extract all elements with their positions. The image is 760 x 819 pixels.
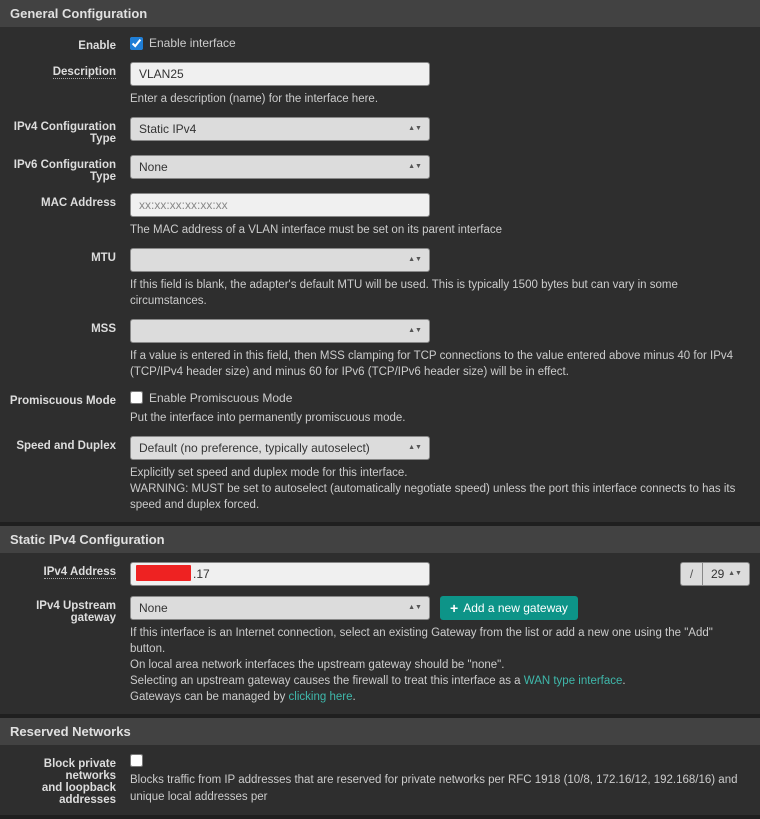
blockpriv-label: Block private networks and loopback addr… [0, 754, 130, 806]
add-gateway-button[interactable]: + Add a new gateway [440, 596, 578, 620]
enable-text: Enable interface [149, 36, 236, 50]
description-help: Enter a description (name) for the inter… [130, 91, 750, 107]
cidr-slash: / [680, 562, 702, 586]
speed-help2: WARNING: MUST be set to autoselect (auto… [130, 483, 735, 511]
promisc-checkbox[interactable] [130, 391, 143, 404]
mss-help: If a value is entered in this field, the… [130, 348, 750, 380]
redacted-overlay [136, 565, 191, 581]
reserved-networks-panel: Reserved Networks Block private networks… [0, 718, 760, 815]
mac-label: MAC Address [0, 193, 130, 209]
general-config-body: Enable Enable interface Description Ente… [0, 27, 760, 522]
chevron-updown-icon: ▲▼ [409, 606, 421, 610]
chevron-updown-icon: ▲▼ [409, 165, 421, 169]
speed-label: Speed and Duplex [0, 436, 130, 452]
reserved-networks-header: Reserved Networks [0, 718, 760, 745]
promisc-text: Enable Promiscuous Mode [149, 391, 292, 405]
ipv4addr-label: IPv4 Address [44, 566, 116, 579]
mac-help: The MAC address of a VLAN interface must… [130, 222, 750, 238]
gw-help2: On local area network interfaces the ups… [130, 659, 504, 671]
promisc-label: Promiscuous Mode [0, 391, 130, 407]
description-label: Description [53, 66, 116, 79]
speed-help1: Explicitly set speed and duplex mode for… [130, 467, 407, 479]
general-config-header: General Configuration [0, 0, 760, 27]
description-input[interactable] [130, 62, 430, 86]
chevron-updown-icon: ▲▼ [409, 329, 421, 333]
static-ipv4-body: IPv4 Address / 29 ▲▼ IPv4 Upstream gatew… [0, 553, 760, 714]
mac-input[interactable] [130, 193, 430, 217]
mtu-input[interactable]: ▲▼ [130, 248, 430, 272]
static-ipv4-panel: Static IPv4 Configuration IPv4 Address /… [0, 526, 760, 714]
chevron-updown-icon: ▲▼ [409, 127, 421, 131]
plus-icon: + [450, 601, 458, 615]
general-config-panel: General Configuration Enable Enable inte… [0, 0, 760, 522]
chevron-updown-icon: ▲▼ [409, 446, 421, 450]
speed-select[interactable]: Default (no preference, typically autose… [130, 436, 430, 460]
gateway-label: IPv4 Upstream gateway [0, 596, 130, 624]
ipv4type-select[interactable]: Static IPv4 ▲▼ [130, 117, 430, 141]
promisc-help: Put the interface into permanently promi… [130, 410, 750, 426]
chevron-updown-icon: ▲▼ [409, 258, 421, 262]
enable-label: Enable [0, 36, 130, 52]
gateways-link[interactable]: clicking here [289, 691, 353, 703]
gw-help3a: Selecting an upstream gateway causes the… [130, 675, 524, 687]
wan-type-link[interactable]: WAN type interface [524, 675, 623, 687]
gw-help4a: Gateways can be managed by [130, 691, 289, 703]
ipv6type-label: IPv6 Configuration Type [0, 155, 130, 183]
mtu-help: If this field is blank, the adapter's de… [130, 277, 750, 309]
enable-checkbox[interactable] [130, 37, 143, 50]
blockpriv-help: Blocks traffic from IP addresses that ar… [130, 772, 750, 804]
static-ipv4-header: Static IPv4 Configuration [0, 526, 760, 553]
ipv4type-label: IPv4 Configuration Type [0, 117, 130, 145]
mss-input[interactable]: ▲▼ [130, 319, 430, 343]
reserved-networks-body: Block private networks and loopback addr… [0, 745, 760, 815]
gateway-select[interactable]: None ▲▼ [130, 596, 430, 620]
gw-help1: If this interface is an Internet connect… [130, 627, 713, 655]
cidr-select[interactable]: 29 ▲▼ [702, 562, 750, 586]
chevron-updown-icon: ▲▼ [729, 572, 741, 576]
mtu-label: MTU [0, 248, 130, 264]
blockpriv-checkbox[interactable] [130, 754, 143, 767]
mss-label: MSS [0, 319, 130, 335]
ipv6type-select[interactable]: None ▲▼ [130, 155, 430, 179]
